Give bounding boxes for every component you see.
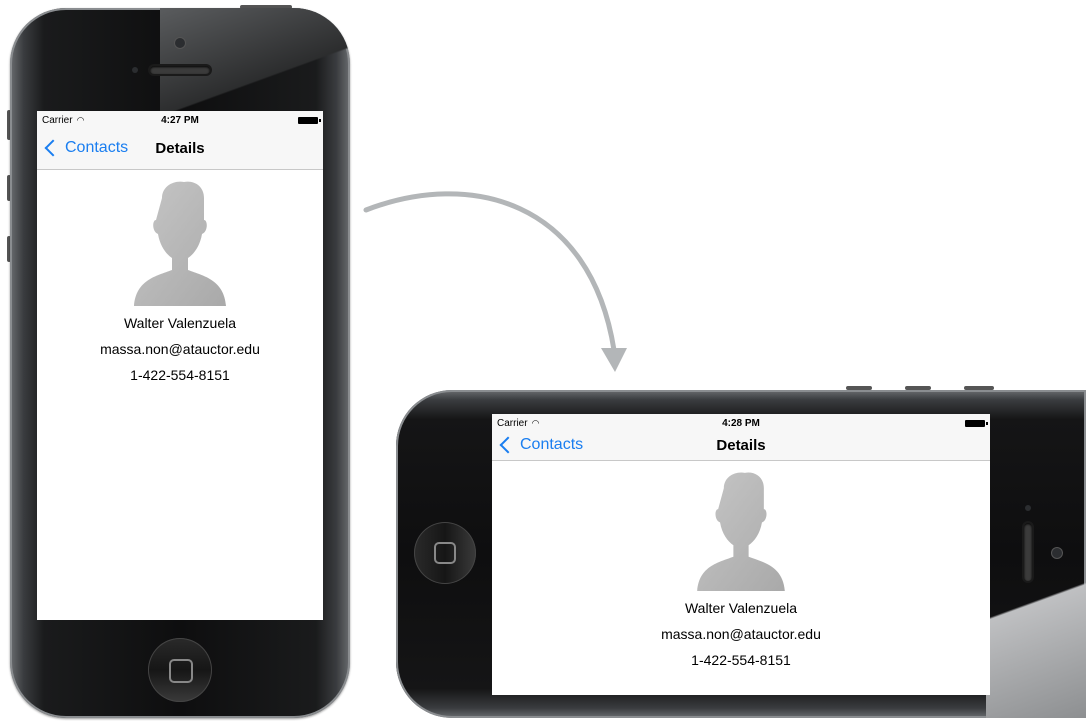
glare — [986, 528, 1086, 718]
person-silhouette-icon — [697, 472, 785, 591]
battery-icon — [965, 420, 988, 427]
chevron-left-icon — [499, 436, 517, 454]
contact-email: massa.non@atauctor.edu — [661, 626, 821, 642]
status-time: 4:28 PM — [722, 418, 760, 429]
contact-phone: 1-422-554-8151 — [691, 652, 791, 668]
front-camera — [1052, 548, 1062, 558]
status-bar: Carrier ◠ 4:28 PM — [492, 414, 990, 432]
landscape-screen: Carrier ◠ 4:28 PM Contacts Details Walte… — [492, 414, 990, 695]
back-button-label: Contacts — [520, 436, 584, 453]
phone-landscape: Carrier ◠ 4:28 PM Contacts Details Walte… — [396, 390, 1086, 718]
sensor — [1025, 505, 1031, 511]
home-button-icon[interactable] — [414, 522, 476, 584]
earpiece-speaker — [1024, 523, 1032, 581]
stage: Carrier ◠ 4:27 PM Contacts Details Walte… — [0, 0, 1086, 721]
navigation-bar: Contacts Details — [492, 432, 990, 461]
back-button[interactable]: Contacts — [498, 436, 583, 454]
home-square — [434, 542, 456, 564]
contact-name: Walter Valenzuela — [684, 600, 798, 616]
contact-details: Walter Valenzuela massa.non@atauctor.edu… — [492, 471, 990, 673]
